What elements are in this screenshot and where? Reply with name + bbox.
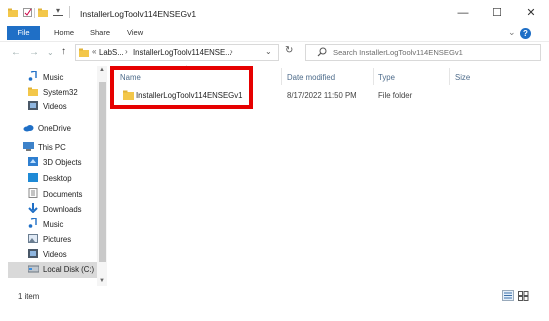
breadcrumb-item[interactable]: InstallerLogToolv114ENSE... (133, 48, 232, 57)
this-pc-icon (23, 141, 34, 151)
minimize-button[interactable]: — (446, 0, 480, 26)
column-divider[interactable] (281, 68, 282, 85)
breadcrumb-overflow[interactable]: « (92, 47, 96, 56)
back-button[interactable]: ← (11, 47, 21, 58)
divider (0, 41, 549, 42)
status-item-count: 1 item (18, 292, 40, 301)
music-icon (28, 70, 38, 81)
tab-view[interactable]: View (127, 26, 143, 40)
column-header-type[interactable]: Type (378, 73, 395, 82)
address-dropdown-icon[interactable]: ⌄ (265, 47, 272, 56)
new-folder-icon[interactable] (38, 8, 48, 17)
customize-toolbar-icon[interactable]: ▾ (53, 7, 63, 16)
help-icon[interactable]: ? (520, 28, 531, 39)
desktop-icon (28, 172, 38, 182)
breadcrumb-item[interactable]: LabS... (99, 48, 124, 57)
nav-item-pictures[interactable]: Pictures (28, 232, 71, 248)
nav-item-music[interactable]: Music (28, 70, 63, 86)
large-icons-view-icon[interactable] (518, 291, 529, 301)
nav-item-documents[interactable]: Documents (28, 187, 82, 203)
pictures-icon (28, 233, 38, 243)
documents-icon (28, 188, 38, 198)
scroll-up-button[interactable]: ▲ (99, 67, 105, 73)
videos-icon (28, 100, 38, 110)
nav-pane: Music (28, 70, 63, 86)
onedrive-icon (23, 122, 34, 132)
nav-item-music[interactable]: Music (28, 217, 63, 233)
folder-icon (8, 8, 18, 17)
file-date-modified: 8/17/2022 11:50 PM (287, 91, 357, 100)
tab-home[interactable]: Home (54, 26, 74, 40)
details-view-icon[interactable] (502, 290, 514, 301)
column-header-date-modified[interactable]: Date modified (287, 73, 335, 82)
recent-locations-button[interactable]: ⌄ (47, 48, 54, 57)
column-divider[interactable] (373, 68, 374, 85)
scroll-down-button[interactable]: ▼ (99, 278, 105, 284)
highlight-box (110, 66, 253, 109)
close-button[interactable]: ✕ (514, 0, 548, 26)
nav-item-3d-objects[interactable]: 3D Objects (28, 155, 82, 171)
refresh-button[interactable]: ↻ (285, 45, 293, 56)
file-type: File folder (378, 91, 413, 100)
breadcrumb-separator[interactable]: › (125, 47, 128, 56)
folder-icon (28, 86, 38, 96)
column-header-size[interactable]: Size (455, 73, 470, 82)
3d-objects-icon (28, 156, 38, 166)
nav-item-onedrive[interactable]: OneDrive (23, 121, 71, 137)
nav-item-videos[interactable]: Videos (28, 247, 67, 263)
nav-item-downloads[interactable]: Downloads (28, 202, 82, 218)
expand-ribbon-icon[interactable]: ⌄ (508, 27, 516, 38)
nav-item-local-disk[interactable]: Local Disk (C:) (27, 262, 94, 278)
search-icon (317, 47, 327, 59)
maximize-button[interactable]: ☐ (480, 0, 514, 26)
column-divider[interactable] (449, 68, 450, 85)
music-icon (28, 217, 38, 228)
local-disk-icon (27, 263, 40, 273)
properties-icon[interactable] (23, 8, 33, 17)
breadcrumb-separator[interactable]: › (230, 47, 233, 56)
search-placeholder: Search InstallerLogToolv114ENSEGv1 (333, 48, 463, 57)
tab-share[interactable]: Share (90, 26, 110, 40)
videos-icon (28, 248, 38, 258)
scrollbar-thumb[interactable] (99, 82, 106, 262)
nav-item-this-pc[interactable]: This PC (23, 140, 66, 156)
divider (34, 8, 35, 18)
nav-item-desktop[interactable]: Desktop (28, 171, 72, 187)
divider (69, 6, 70, 18)
downloads-icon (28, 203, 38, 214)
up-button[interactable]: ↑ (61, 46, 66, 57)
nav-item-videos[interactable]: Videos (28, 99, 67, 115)
tab-file[interactable]: File (7, 26, 40, 40)
window-title: InstallerLogToolv114ENSEGv1 (80, 9, 197, 19)
folder-icon (79, 48, 89, 59)
forward-button[interactable]: → (29, 47, 39, 58)
